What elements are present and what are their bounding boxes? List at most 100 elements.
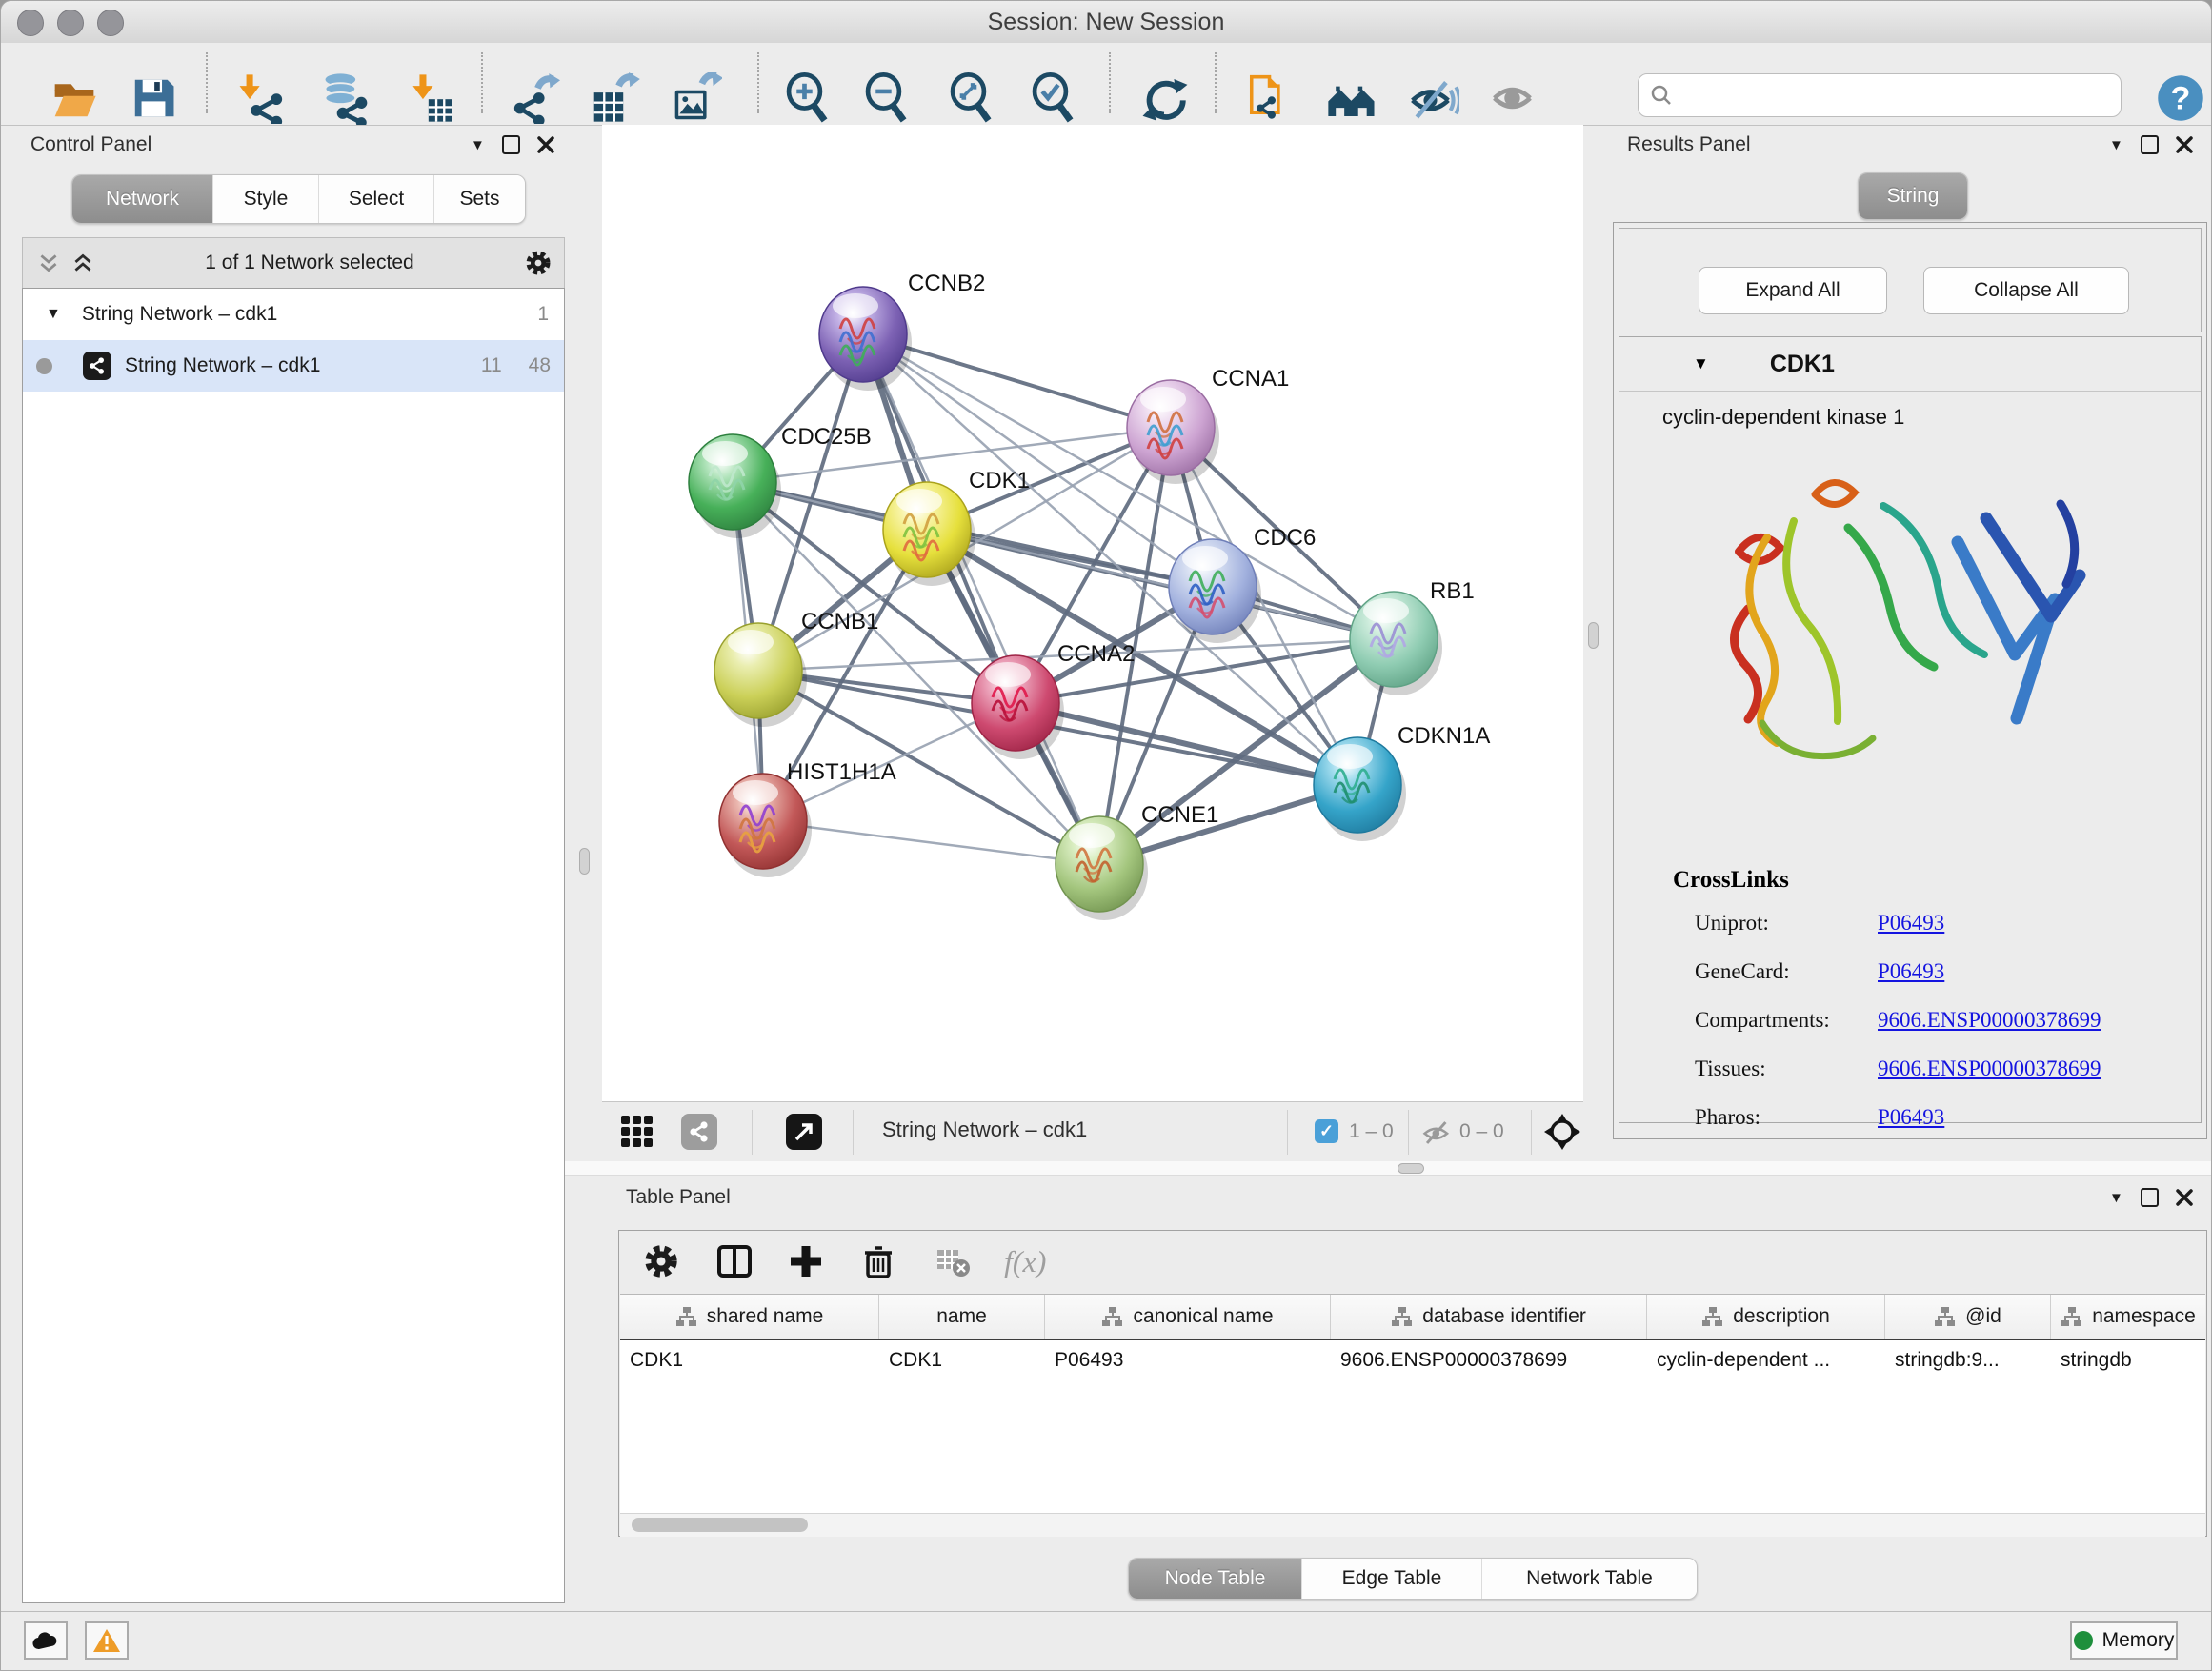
crosslink-link[interactable]: 9606.ENSP00000378699 <box>1878 1057 2101 1081</box>
zoom-out-button[interactable] <box>860 71 914 125</box>
delete-table-icon[interactable] <box>934 1242 972 1280</box>
hidden-indicator[interactable] <box>1421 1117 1454 1153</box>
apply-layout-button[interactable] <box>1138 71 1192 125</box>
status-bar: Memory <box>1 1611 2211 1671</box>
open-in-string-button[interactable] <box>786 1114 822 1150</box>
shared-column-icon <box>2061 1307 2082 1327</box>
close-panel-icon[interactable] <box>537 136 554 153</box>
close-panel-icon[interactable] <box>2176 136 2193 153</box>
cell-canonical-name[interactable]: P06493 <box>1045 1340 1331 1380</box>
crosslink-row: GeneCard: P06493 <box>1695 959 2201 984</box>
column-header-database-identifier[interactable]: database identifier <box>1331 1295 1647 1339</box>
tab-string[interactable]: String <box>1859 173 1967 219</box>
export-network-button[interactable] <box>508 71 561 125</box>
tab-network-table[interactable]: Network Table <box>1481 1559 1697 1599</box>
vertical-splitter-handle-right[interactable] <box>1588 622 1599 649</box>
table-horizontal-scrollbar[interactable] <box>620 1513 2205 1537</box>
protein-name: CDK1 <box>1770 351 1835 378</box>
toolbar-separator <box>752 1110 753 1155</box>
cell-database-identifier[interactable]: 9606.ENSP00000378699 <box>1331 1340 1647 1380</box>
selected-indicator-checkbox[interactable]: ✓ <box>1315 1119 1338 1143</box>
delete-column-trash-icon[interactable] <box>859 1242 897 1280</box>
warnings-button[interactable] <box>85 1621 129 1660</box>
splitter-strip[interactable] <box>565 1161 2212 1176</box>
cell-description[interactable]: cyclin-dependent ... <box>1647 1340 1885 1380</box>
expand-all-button[interactable]: Expand All <box>1699 267 1887 314</box>
export-table-button[interactable] <box>589 71 642 125</box>
network-row-selected[interactable]: String Network – cdk1 11 48 <box>23 340 564 392</box>
zoom-in-button[interactable] <box>781 71 835 125</box>
column-header-id[interactable]: @id <box>1885 1295 2051 1339</box>
crosslink-link[interactable]: P06493 <box>1878 1105 1944 1130</box>
float-panel-icon[interactable] <box>502 135 520 154</box>
birds-eye-view-button[interactable] <box>619 1114 655 1155</box>
table-row[interactable]: CDK1 CDK1 P06493 9606.ENSP00000378699 cy… <box>620 1340 2205 1380</box>
clone-network-button[interactable] <box>1239 71 1293 125</box>
column-header-canonical-name[interactable]: canonical name <box>1045 1295 1331 1339</box>
vertical-splitter-handle-left[interactable] <box>579 848 590 875</box>
collapse-panel-icon[interactable]: ▼ <box>2109 137 2123 153</box>
zoom-fit-button[interactable] <box>945 71 998 125</box>
network-graph[interactable]: CCNB2CCNA1CDC25BCDK1CDC6RB1CCNB1CCNA2CDK… <box>602 125 1583 1101</box>
tab-sets[interactable]: Sets <box>433 175 525 223</box>
cloud-icon <box>31 1630 60 1651</box>
help-button[interactable]: ? <box>2154 71 2207 125</box>
open-session-button[interactable] <box>48 71 101 125</box>
expand-all-networks-icon[interactable] <box>36 251 61 275</box>
crosslink-link[interactable]: P06493 <box>1878 959 1944 984</box>
collapse-all-networks-icon[interactable] <box>70 251 95 275</box>
create-column-plus-icon[interactable] <box>787 1242 825 1280</box>
import-table-button[interactable] <box>403 71 456 125</box>
float-panel-icon[interactable] <box>2141 1188 2159 1207</box>
cell-shared-name[interactable]: CDK1 <box>620 1340 879 1380</box>
cell-name[interactable]: CDK1 <box>879 1340 1045 1380</box>
first-neighbors-button[interactable] <box>1325 71 1378 125</box>
collapse-all-button[interactable]: Collapse All <box>1923 267 2129 314</box>
scrollbar-thumb[interactable] <box>632 1518 808 1532</box>
zoom-selected-button[interactable] <box>1027 71 1080 125</box>
export-image-button[interactable] <box>670 71 723 125</box>
tab-network[interactable]: Network <box>72 175 212 223</box>
search-input[interactable] <box>1680 84 2121 108</box>
column-header-shared-name[interactable]: shared name <box>620 1295 879 1339</box>
crosslink-label: Compartments: <box>1695 1008 1878 1033</box>
column-header-description[interactable]: description <box>1647 1295 1885 1339</box>
show-all-button[interactable] <box>1489 71 1542 125</box>
close-panel-icon[interactable] <box>2176 1189 2193 1206</box>
network-canvas[interactable]: CCNB2CCNA1CDC25BCDK1CDC6RB1CCNB1CCNA2CDK… <box>602 125 1583 1101</box>
memory-button[interactable]: Memory <box>2070 1621 2178 1660</box>
crosslink-link[interactable]: P06493 <box>1878 911 1944 936</box>
network-share-button[interactable] <box>681 1114 717 1150</box>
float-panel-icon[interactable] <box>2141 135 2159 154</box>
tab-node-table[interactable]: Node Table <box>1129 1559 1301 1599</box>
column-header-namespace[interactable]: namespace <box>2051 1295 2205 1339</box>
crosslink-row: Pharos: P06493 <box>1695 1105 2201 1130</box>
network-list-options-gear-icon[interactable] <box>524 249 553 277</box>
hide-selected-button[interactable] <box>1407 71 1460 125</box>
import-network-database-button[interactable] <box>317 71 371 125</box>
show-columns-icon[interactable] <box>714 1241 754 1281</box>
pan-mode-button[interactable] <box>1543 1113 1581 1156</box>
import-network-file-button[interactable] <box>235 71 289 125</box>
network-collection-row[interactable]: ▼ String Network – cdk1 1 <box>23 289 564 340</box>
crosslinks-title: CrossLinks <box>1673 867 2201 894</box>
collection-expand-icon[interactable]: ▼ <box>46 306 61 323</box>
protein-card-header[interactable]: ▼ CDK1 <box>1619 337 2201 392</box>
cell-id[interactable]: stringdb:9... <box>1885 1340 2051 1380</box>
cloud-status-button[interactable] <box>24 1621 68 1660</box>
tab-select[interactable]: Select <box>318 175 433 223</box>
collapse-panel-icon[interactable]: ▼ <box>2109 1190 2123 1206</box>
table-options-gear-icon[interactable] <box>642 1242 680 1280</box>
tab-style[interactable]: Style <box>212 175 318 223</box>
crosslinks-list: Uniprot: P06493 GeneCard: P06493 Compart… <box>1695 911 2201 1130</box>
column-header-name[interactable]: name <box>879 1295 1045 1339</box>
function-builder-icon[interactable]: f(x) <box>1004 1244 1046 1279</box>
collapse-panel-icon[interactable]: ▼ <box>471 137 485 153</box>
tab-edge-table[interactable]: Edge Table <box>1301 1559 1481 1599</box>
horizontal-splitter-handle[interactable] <box>1398 1163 1424 1174</box>
cell-namespace[interactable]: stringdb <box>2051 1340 2205 1380</box>
crosslink-link[interactable]: 9606.ENSP00000378699 <box>1878 1008 2101 1033</box>
toolbar-separator <box>853 1110 854 1155</box>
save-session-button[interactable] <box>127 71 180 125</box>
collapse-card-icon[interactable]: ▼ <box>1693 354 1709 373</box>
